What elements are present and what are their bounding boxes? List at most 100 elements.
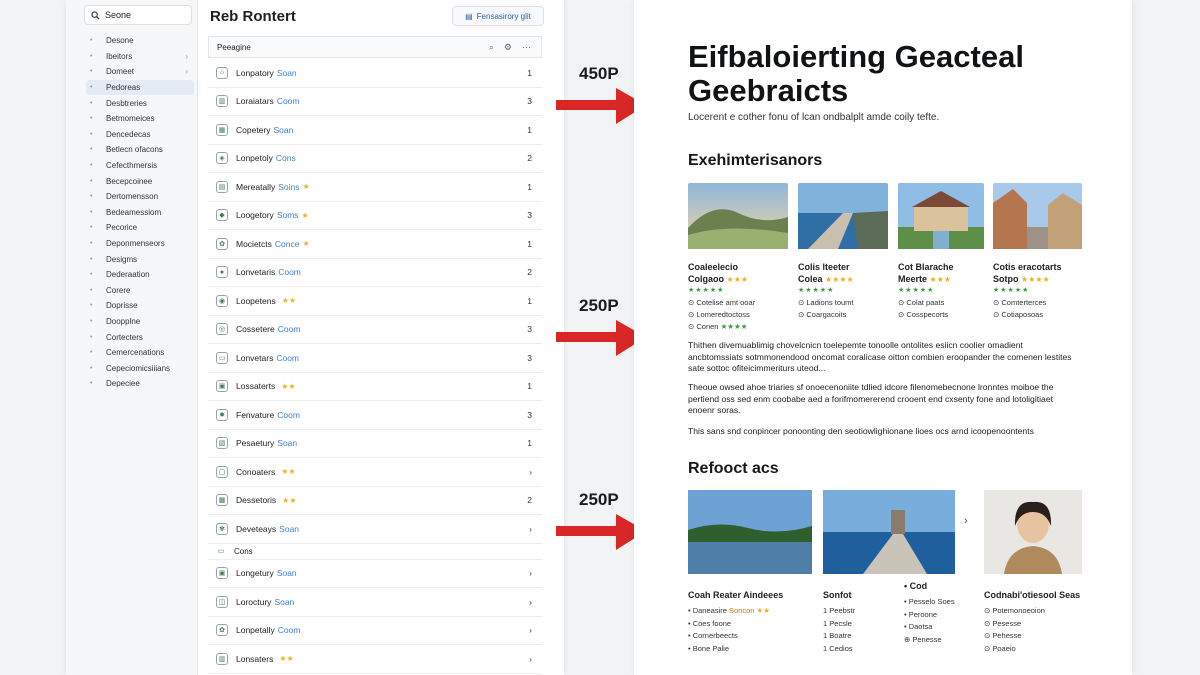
row-value: 3 bbox=[527, 409, 532, 420]
row-label: Cossetere bbox=[236, 324, 275, 335]
list-row[interactable]: ▦ Copetery Soan 1 bbox=[208, 116, 542, 145]
list-row[interactable]: ▥ Loraiatars Coom 3 bbox=[208, 88, 542, 116]
sidebar-item[interactable]: • Becepcoinee bbox=[86, 173, 194, 189]
attraction-card[interactable]: Coah Reater Aindeees • Daneasire Soncon … bbox=[688, 490, 812, 655]
item-icon: ⌂ bbox=[216, 66, 228, 79]
list-row[interactable]: ◎ Cossetere Coom 3 bbox=[208, 316, 542, 344]
coast-image bbox=[798, 183, 888, 254]
sidebar-item-label: Betlecn ofacons bbox=[106, 145, 163, 155]
item-icon: ▢ bbox=[216, 465, 228, 478]
list-row[interactable]: ✾ Deveteays Soan › bbox=[208, 515, 542, 544]
row-tag: Cons bbox=[275, 153, 296, 164]
row-tag: Soins bbox=[278, 181, 300, 192]
search-input[interactable]: Seone bbox=[84, 5, 192, 25]
more-icon[interactable]: ⋯ bbox=[522, 42, 531, 53]
sidebar-item-label: Doopplne bbox=[106, 316, 141, 326]
list-row[interactable]: ▣ Lossaterts ★★ 1 bbox=[208, 373, 542, 401]
attraction-card[interactable]: Colis lteeter Colea ★★★★ ★★★★★ ⊙ Ladions … bbox=[798, 183, 888, 321]
sidebar-item[interactable]: • Ibeitors › bbox=[86, 49, 194, 65]
sidebar-item[interactable]: • Cemercenations bbox=[86, 345, 194, 361]
sidebar-item[interactable]: • Pedoreas bbox=[86, 79, 194, 96]
sidebar-item[interactable]: • Doprisse bbox=[86, 298, 194, 314]
sidebar-item[interactable]: • Deponmenseors bbox=[86, 236, 194, 252]
bullet-icon: • bbox=[90, 68, 93, 76]
attraction-card[interactable]: Cotis eracotarts Sotpo ★★★★ ★★★★★ ⊙ Comte… bbox=[993, 183, 1082, 321]
sidebar-item[interactable]: • Betlecn ofacons bbox=[86, 142, 194, 158]
sidebar-item[interactable]: • Pecorice bbox=[86, 220, 194, 236]
sidebar-item-label: Dertomensson bbox=[106, 192, 159, 202]
row-value: 1 bbox=[527, 181, 532, 192]
attraction-card[interactable]: • Cod • Pesselo Soes • Peroone • Daotsa … bbox=[904, 573, 978, 646]
attraction-card[interactable]: Cot Blarache Meerte ★★★ ★★★★★ ⊙ Colat paa… bbox=[898, 183, 984, 321]
item-icon: ◫ bbox=[216, 595, 228, 608]
list-row[interactable]: ✿ Lonpetally Coom › bbox=[208, 617, 542, 645]
sidebar-item[interactable]: • Domeet › bbox=[86, 64, 194, 80]
sidebar-item[interactable]: • Depeciee bbox=[86, 376, 194, 392]
rating-stars: ★ bbox=[302, 239, 310, 249]
list-header-label: Peeagine bbox=[217, 42, 251, 52]
list-row[interactable]: ◈ Lonpetoly Cons 2 bbox=[208, 145, 542, 173]
item-icon: ◎ bbox=[216, 323, 228, 336]
sidebar: Seone • Desone • Ibeitors › • Domeet › • Pedoreas… bbox=[66, 0, 198, 675]
list-row[interactable]: ▭ Lonvetars Coom 3 bbox=[208, 344, 542, 373]
attraction-card[interactable]: Coaleelecio Colgaoo ★★★ ★★★★★ ⊙ Cotelise … bbox=[688, 183, 788, 333]
list-row[interactable]: ▢ Conoaters ★★ › bbox=[208, 458, 542, 487]
card-subtitle: Meerte bbox=[898, 274, 928, 284]
manor-image bbox=[898, 183, 984, 254]
sidebar-item[interactable]: • Desbtreries bbox=[86, 95, 194, 111]
sidebar-item-label: Cefecthmersis bbox=[106, 161, 158, 171]
sidebar-item[interactable]: • Corere bbox=[86, 283, 194, 299]
card-bullet: ⊙ Poaeio bbox=[984, 643, 1016, 653]
search-icon[interactable]: ⌕ bbox=[489, 42, 494, 53]
list-row[interactable]: ▤ Mereatally Soins ★ 1 bbox=[208, 173, 542, 202]
sidebar-item[interactable]: • Dencedecas bbox=[86, 127, 194, 143]
list-row[interactable]: ▣ Longetury Soan › bbox=[208, 560, 542, 588]
sidebar-item[interactable]: • Doopplne bbox=[86, 314, 194, 330]
list-row[interactable]: ◉ Loopetens ★★ 1 bbox=[208, 287, 542, 316]
list-row[interactable]: ◆ Loogetory Soms ★ 3 bbox=[208, 202, 542, 230]
list-row[interactable]: ✹ Fenvature Coom 3 bbox=[208, 401, 542, 430]
row-label: Fenvature bbox=[236, 409, 275, 420]
sidebar-item[interactable]: • Desone bbox=[86, 33, 194, 49]
list-row[interactable]: ▧ Pesaetury Soan 1 bbox=[208, 430, 542, 458]
list-row[interactable]: ▥ Lonsaters ★★ › bbox=[208, 645, 542, 674]
feature-button[interactable]: ▤ Fensasirory glit bbox=[452, 6, 544, 26]
card-bullet: ⊙ Ladions toumt bbox=[798, 298, 854, 307]
item-icon: ▩ bbox=[216, 494, 228, 507]
list-row[interactable]: ⌂ Lonpatory Soan 1 bbox=[208, 59, 542, 88]
sidebar-item[interactable]: • Bedeamessiom bbox=[86, 205, 194, 221]
list-row[interactable]: ✿ Mocietcts Conce ★ 1 bbox=[208, 230, 542, 259]
row-label: Lonpetally bbox=[236, 625, 275, 636]
row-value: › bbox=[529, 596, 532, 607]
sidebar-item[interactable]: • Dederaation bbox=[86, 267, 194, 283]
bullet-icon: • bbox=[90, 193, 93, 201]
bullet-icon: • bbox=[90, 333, 93, 341]
sidebar-item[interactable]: • Dertomensson bbox=[86, 189, 194, 205]
row-label: Lonvetaris bbox=[236, 267, 276, 278]
sidebar-item-label: Domeet bbox=[106, 67, 135, 77]
card-bullet: • Pesselo Soes bbox=[904, 597, 955, 606]
arrow-label: 250P bbox=[579, 490, 619, 509]
list-row[interactable]: ◫ Loroctury Soan › bbox=[208, 588, 542, 617]
list-row[interactable]: ● Lonvetaris Coom 2 bbox=[208, 259, 542, 287]
portrait-image bbox=[984, 490, 1082, 574]
attraction-card[interactable]: Codnabi'otiesool Seas ⊙ Potemonoeoion ⊙ … bbox=[984, 490, 1082, 655]
chevron-right-icon[interactable]: › bbox=[964, 515, 968, 527]
sidebar-item[interactable]: • Cefecthmersis bbox=[86, 158, 194, 174]
row-value: 3 bbox=[527, 324, 532, 335]
sidebar-item[interactable]: • Cortecters bbox=[86, 329, 194, 345]
sidebar-item[interactable]: • Desigms bbox=[86, 251, 194, 267]
rating-stars: ★★★★★ bbox=[993, 287, 1030, 294]
card-subtitle: Colgaoo bbox=[688, 274, 724, 284]
card-title: • Cod bbox=[904, 581, 928, 591]
sidebar-item[interactable]: • Betmomeices bbox=[86, 111, 194, 127]
card-subtitle: Colea bbox=[798, 274, 823, 284]
bullet-icon: • bbox=[90, 115, 93, 123]
rating-stars: ★★★★★ bbox=[798, 287, 835, 294]
row-tag: Coom bbox=[276, 96, 300, 107]
arrow-label: 450P bbox=[579, 64, 619, 83]
list-row[interactable]: ▩ Dessetoris ★★ 2 bbox=[208, 487, 542, 515]
settings-icon[interactable]: ⚙ bbox=[504, 42, 512, 53]
sidebar-item[interactable]: • Cepeciomicsiiians bbox=[86, 360, 194, 376]
row-tag: Soan bbox=[273, 124, 294, 135]
